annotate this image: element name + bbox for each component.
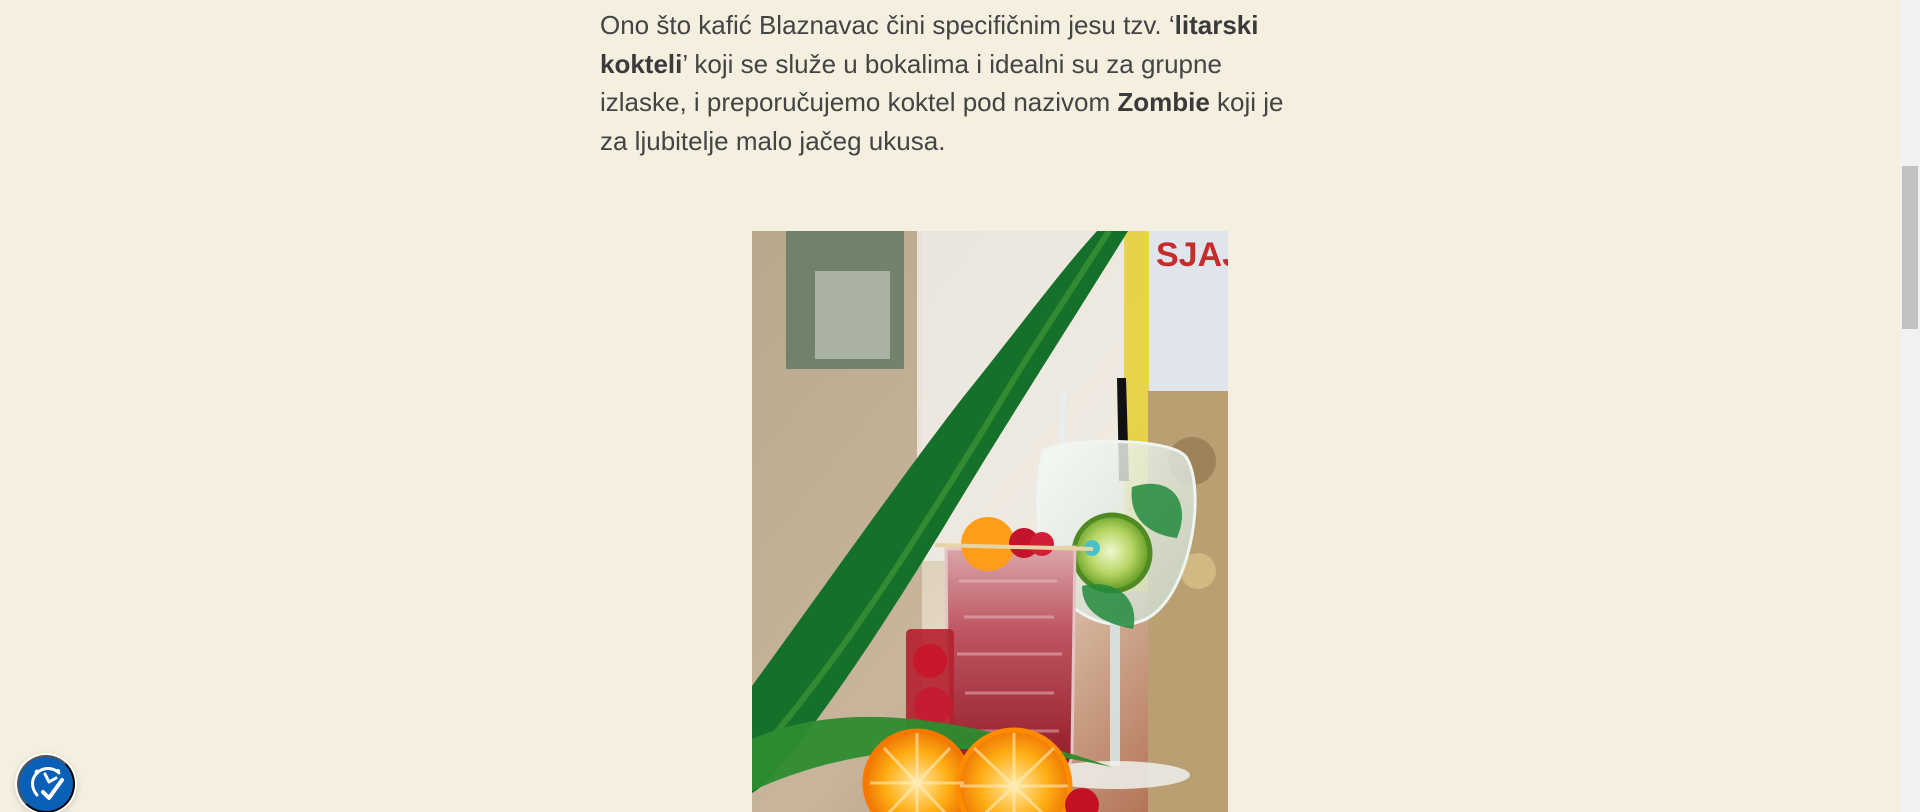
vertical-scrollbar[interactable]: [1900, 0, 1920, 812]
wine-glass-stem: [1110, 617, 1120, 766]
lime-slice: [1071, 512, 1153, 594]
cocktail-illustration: SJAJ: [752, 231, 1228, 812]
second-cherry: [1030, 532, 1054, 556]
sign-text: SJAJ: [1156, 236, 1228, 274]
article-content: Ono što kafić Blaznavac čini specifičnim…: [600, 6, 1300, 160]
paragraph-text-1: Ono što kafić Blaznavac čini specifičnim…: [600, 10, 1175, 40]
accessibility-button[interactable]: [17, 755, 75, 812]
scrollbar-thumb[interactable]: [1902, 166, 1918, 329]
accessibility-icon: [31, 767, 64, 800]
article-paragraph: Ono što kafić Blaznavac čini specifičnim…: [600, 6, 1300, 160]
emphasis-zombie: Zombie: [1117, 87, 1210, 117]
raspberries: [913, 644, 947, 678]
raspberries-lower: [914, 687, 952, 725]
poster-detail: [815, 271, 890, 359]
cocktail-photo: SJAJ: [752, 231, 1228, 812]
